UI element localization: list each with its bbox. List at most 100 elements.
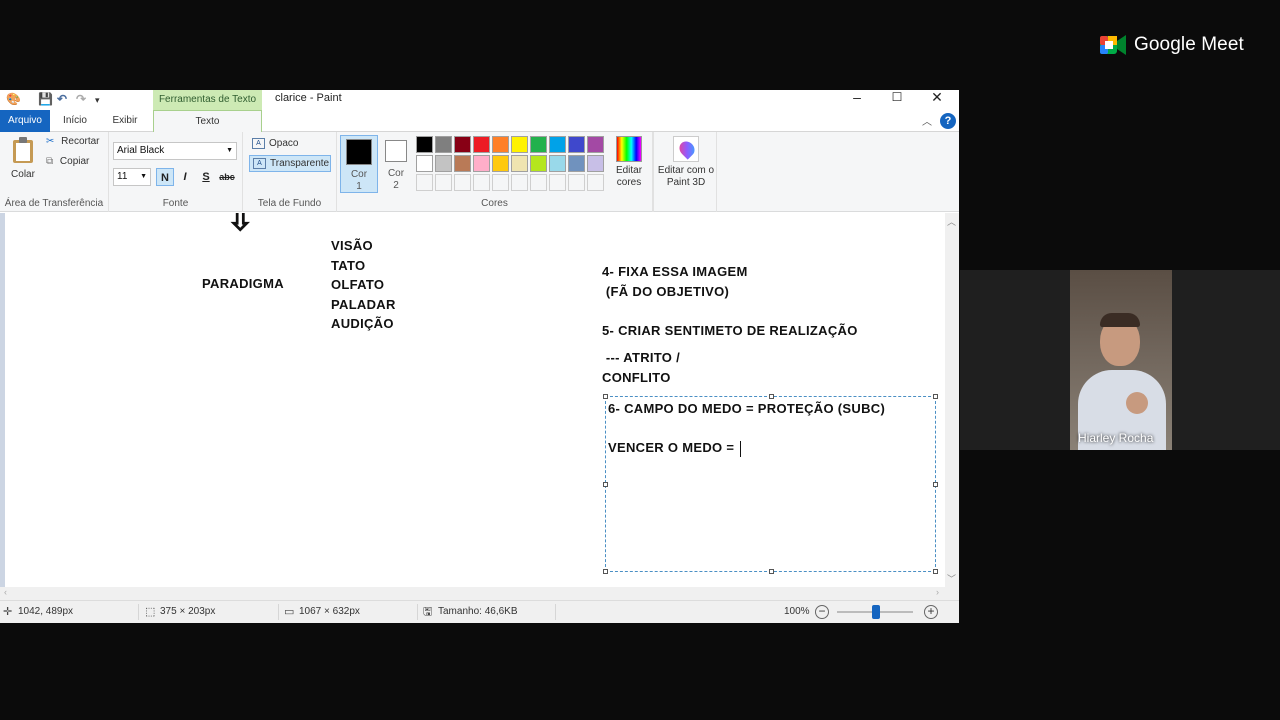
- paint3d-button[interactable]: Editar com o Paint 3D: [656, 136, 716, 189]
- empty-palette-swatch[interactable]: [416, 174, 433, 191]
- palette-swatch[interactable]: [587, 155, 604, 172]
- empty-palette-swatch[interactable]: [435, 174, 452, 191]
- zoom-out-icon[interactable]: −: [815, 605, 829, 619]
- palette-swatch[interactable]: [435, 136, 452, 153]
- color1-number: 1: [356, 181, 362, 192]
- save-icon[interactable]: 💾: [38, 92, 53, 106]
- underline-button[interactable]: S: [197, 168, 215, 186]
- palette-swatch[interactable]: [587, 136, 604, 153]
- transparent-button[interactable]: A Transparente: [249, 155, 331, 172]
- tab-text[interactable]: Texto: [153, 110, 262, 133]
- opaque-button[interactable]: A Opaco: [249, 136, 331, 153]
- resize-handle[interactable]: [603, 569, 608, 574]
- paint-app-icon[interactable]: 🎨: [6, 92, 21, 106]
- palette-swatch[interactable]: [511, 155, 528, 172]
- scroll-up-icon[interactable]: ︿: [947, 215, 956, 228]
- customize-toolbar-icon[interactable]: ▾: [95, 95, 100, 106]
- palette-swatch[interactable]: [454, 155, 471, 172]
- tab-view[interactable]: Exibir: [102, 110, 148, 132]
- canvas-text-paradigma: PARADIGMA: [202, 276, 284, 291]
- colors-group-label: Cores: [481, 198, 508, 209]
- palette-swatch[interactable]: [530, 136, 547, 153]
- resize-handle[interactable]: [603, 394, 608, 399]
- help-icon[interactable]: ?: [940, 113, 956, 129]
- canvas-text-vencer-line[interactable]: VENCER O MEDO =: [608, 440, 742, 457]
- chevron-down-icon: ▼: [140, 173, 147, 180]
- palette-swatch[interactable]: [435, 155, 452, 172]
- close-icon[interactable]: ✕: [917, 90, 957, 108]
- disk-icon: 🖫: [423, 606, 433, 618]
- palette-swatch[interactable]: [511, 136, 528, 153]
- empty-palette-swatch[interactable]: [530, 174, 547, 191]
- resize-handle[interactable]: [603, 482, 608, 487]
- palette-swatch[interactable]: [473, 136, 490, 153]
- image-size-value: 1067 × 632px: [299, 606, 360, 617]
- empty-palette-swatch[interactable]: [549, 174, 566, 191]
- zoom-in-icon[interactable]: +: [924, 605, 938, 619]
- empty-palette-swatch[interactable]: [587, 174, 604, 191]
- resize-handle[interactable]: [933, 569, 938, 574]
- scroll-left-icon[interactable]: ‹: [4, 587, 7, 597]
- minimize-icon[interactable]: –: [837, 90, 877, 108]
- resize-handle[interactable]: [933, 482, 938, 487]
- maximize-icon[interactable]: ☐: [877, 90, 917, 108]
- tab-home[interactable]: Início: [52, 110, 98, 132]
- font-family-value: Arial Black: [117, 145, 165, 156]
- strikethrough-button[interactable]: abc: [218, 168, 236, 186]
- crosshair-icon: ✛: [3, 606, 13, 618]
- resize-handle[interactable]: [769, 569, 774, 574]
- palette-swatch[interactable]: [549, 136, 566, 153]
- palette-swatch[interactable]: [549, 155, 566, 172]
- palette-swatch[interactable]: [530, 155, 547, 172]
- color1-label: Cor: [350, 169, 368, 180]
- tab-file[interactable]: Arquivo: [0, 110, 50, 132]
- google-meet-brand: Google Meet: [1134, 34, 1244, 55]
- cursor-position-value: 1042, 489px: [18, 606, 74, 617]
- horizontal-scrollbar[interactable]: ‹ ›: [0, 587, 959, 600]
- canvas-text-sense: VISÃO: [331, 238, 373, 253]
- vertical-scrollbar[interactable]: ︿ ﹀: [945, 213, 959, 587]
- empty-palette-swatch[interactable]: [473, 174, 490, 191]
- color2-label: Cor: [387, 168, 405, 179]
- empty-palette-swatch[interactable]: [492, 174, 509, 191]
- google-meet-icon: [1100, 35, 1126, 55]
- font-family-select[interactable]: Arial Black ▼: [113, 142, 237, 160]
- resize-handle[interactable]: [769, 394, 774, 399]
- edit-colors-button[interactable]: Editar cores: [612, 136, 646, 189]
- scroll-right-icon[interactable]: ›: [936, 587, 939, 597]
- paste-label: Colar: [11, 169, 35, 180]
- palette-swatch[interactable]: [568, 155, 585, 172]
- opaque-label: Opaco: [269, 138, 299, 149]
- resize-handle[interactable]: [933, 394, 938, 399]
- cut-button[interactable]: ✂ Recortar: [46, 136, 100, 147]
- paint3d-icon: [673, 136, 699, 162]
- empty-palette-swatch[interactable]: [511, 174, 528, 191]
- zoom-slider-thumb[interactable]: [872, 605, 880, 619]
- palette-swatch[interactable]: [416, 136, 433, 153]
- palette-swatch[interactable]: [568, 136, 585, 153]
- canvas-text-item4-line1: 4- FIXA ESSA IMAGEM: [602, 264, 748, 279]
- redo-icon[interactable]: ↷: [76, 92, 86, 106]
- italic-button[interactable]: I: [176, 168, 194, 186]
- drawing-canvas[interactable]: ⇩ PARADIGMA VISÃO TATO OLFATO PALADAR AUDIÇÃ…: [5, 213, 945, 587]
- undo-icon[interactable]: ↶: [57, 92, 67, 106]
- text-selection-box[interactable]: 6- CAMPO DO MEDO = PROTEÇÃO (SUBC) VENCE…: [603, 394, 938, 574]
- canvas-text-sense: AUDIÇÃO: [331, 316, 394, 331]
- palette-swatch[interactable]: [454, 136, 471, 153]
- canvas-text-conflito: CONFLITO: [602, 370, 671, 385]
- color1-button[interactable]: Cor 1: [340, 135, 378, 193]
- empty-palette-swatch[interactable]: [454, 174, 471, 191]
- clipboard-icon: [13, 137, 33, 163]
- bold-button[interactable]: N: [156, 168, 174, 186]
- font-size-select[interactable]: 11 ▼: [113, 168, 151, 186]
- palette-swatch[interactable]: [492, 136, 509, 153]
- color2-button[interactable]: Cor 2: [377, 135, 415, 193]
- scroll-down-icon[interactable]: ﹀: [947, 572, 956, 585]
- palette-swatch[interactable]: [416, 155, 433, 172]
- copy-button[interactable]: ⧉ Copiar: [46, 156, 89, 167]
- empty-palette-swatch[interactable]: [568, 174, 585, 191]
- palette-swatch[interactable]: [473, 155, 490, 172]
- paste-button[interactable]: Colar: [8, 136, 38, 180]
- collapse-ribbon-icon[interactable]: ︿: [922, 113, 932, 128]
- palette-swatch[interactable]: [492, 155, 509, 172]
